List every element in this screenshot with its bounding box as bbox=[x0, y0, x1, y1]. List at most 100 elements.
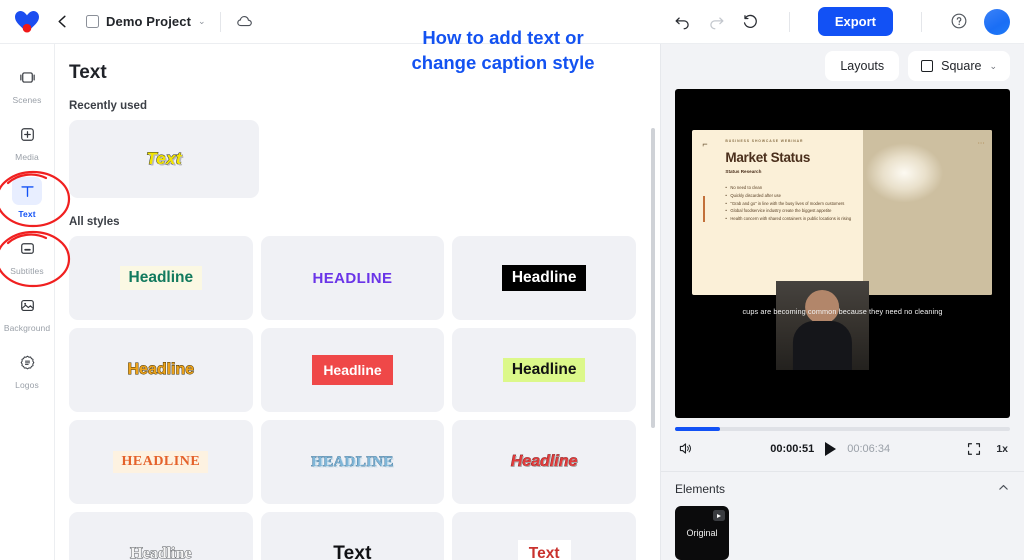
play-badge-icon bbox=[713, 510, 725, 521]
style-preview-label: Text bbox=[517, 540, 571, 560]
player-right-controls: 1x bbox=[966, 441, 1008, 457]
user-avatar[interactable] bbox=[984, 8, 1010, 35]
style-preview-label: HEADLINE bbox=[113, 451, 209, 473]
sidebar-item-background[interactable]: Background bbox=[0, 284, 55, 337]
export-button[interactable]: Export bbox=[817, 7, 893, 36]
element-thumbnail[interactable]: Original bbox=[675, 506, 729, 560]
text-style-card[interactable]: HEADLINE bbox=[260, 236, 445, 320]
style-preview-label: Headline bbox=[510, 453, 578, 471]
text-styles-grid: Headline HEADLINE Headline Headline Head… bbox=[69, 236, 638, 560]
text-style-card[interactable]: Headline bbox=[452, 420, 636, 504]
video-canvas[interactable]: ⌐ BUSINESS SHOWCASE WEBINAR Market Statu… bbox=[675, 88, 1010, 418]
slide-image bbox=[863, 130, 993, 295]
elements-title: Elements bbox=[675, 482, 726, 496]
speaker-video bbox=[775, 281, 870, 371]
style-preview-label: HEADLINE bbox=[312, 269, 393, 287]
sidebar-label-scenes: Scenes bbox=[12, 95, 42, 105]
style-preview-label: Headline bbox=[312, 355, 393, 385]
aspect-ratio-dropdown[interactable]: Square ⌄ bbox=[908, 51, 1010, 82]
recent-style-card[interactable]: Text bbox=[69, 120, 259, 198]
subtitles-icon bbox=[12, 234, 42, 262]
text-style-card[interactable]: Headline bbox=[69, 512, 253, 560]
redo-arrow-icon[interactable] bbox=[707, 12, 727, 32]
sidebar-label-media: Media bbox=[15, 152, 39, 162]
player-controls: 00:00:51 00:06:34 1x bbox=[661, 431, 1024, 457]
recent-style-preview: Text bbox=[146, 149, 182, 169]
sidebar-item-text[interactable]: Text bbox=[0, 170, 55, 223]
slide-left-column: ⌐ BUSINESS SHOWCASE WEBINAR Market Statu… bbox=[692, 130, 863, 295]
fullscreen-icon[interactable] bbox=[966, 441, 982, 457]
text-style-card[interactable]: Headline bbox=[69, 328, 253, 412]
background-image-icon bbox=[12, 291, 42, 319]
text-style-card[interactable]: Text bbox=[260, 512, 445, 560]
slide-title: Market Status bbox=[725, 150, 811, 166]
text-style-card[interactable]: Headline bbox=[260, 328, 445, 412]
style-preview-label: Headline bbox=[130, 545, 192, 560]
style-preview-label: Text bbox=[333, 543, 372, 560]
slide-logo-icon: ⌐ bbox=[702, 139, 708, 150]
preview-column: Layouts Square ⌄ ⌐ BUSINESS SHOWCASE WEB… bbox=[660, 44, 1024, 560]
slide-corner-dots: ••• bbox=[978, 140, 986, 146]
editor-body: Scenes Media Text Subtitles Background L… bbox=[0, 44, 1024, 560]
style-preview-label: HEADLINE bbox=[311, 453, 394, 470]
elements-header[interactable]: Elements bbox=[661, 471, 1024, 497]
sidebar-label-background: Background bbox=[3, 323, 51, 333]
sidebar-item-subtitles[interactable]: Subtitles bbox=[0, 227, 55, 280]
project-square-icon bbox=[86, 15, 99, 28]
left-nav-rail: Scenes Media Text Subtitles Background L… bbox=[0, 44, 55, 560]
text-style-card[interactable]: Headline bbox=[69, 236, 253, 320]
time-display: 00:00:51 00:06:34 bbox=[694, 441, 966, 456]
sidebar-label-subtitles: Subtitles bbox=[10, 266, 44, 276]
slide-subtitle: Status Research bbox=[725, 169, 762, 175]
layouts-button[interactable]: Layouts bbox=[825, 51, 900, 82]
play-icon[interactable] bbox=[825, 441, 837, 456]
slide-accent-bar bbox=[703, 196, 706, 223]
back-button[interactable] bbox=[50, 10, 74, 34]
aspect-ratio-label: Square bbox=[941, 59, 982, 74]
history-revert-icon[interactable] bbox=[741, 12, 761, 32]
text-style-card[interactable]: Headline bbox=[452, 236, 636, 320]
sidebar-label-logos: Logos bbox=[15, 380, 39, 390]
volume-icon[interactable] bbox=[677, 440, 694, 457]
panel-content: Text Recently used Text All styles Headl… bbox=[55, 44, 660, 560]
square-icon bbox=[921, 60, 934, 73]
style-preview-label: Headline bbox=[502, 358, 586, 382]
help-circle-icon[interactable] bbox=[950, 12, 970, 32]
caption-overlay: cups are becoming common because they ne… bbox=[742, 306, 943, 316]
slide-bullet: Global foodservice industry create the b… bbox=[725, 207, 856, 215]
divider bbox=[219, 11, 221, 32]
text-styles-panel: Text Recently used Text All styles Headl… bbox=[55, 44, 660, 560]
panel-scrollbar[interactable] bbox=[651, 128, 655, 428]
divider bbox=[788, 11, 790, 32]
preview-toolbar: Layouts Square ⌄ bbox=[661, 44, 1024, 89]
undo-arrow-icon[interactable] bbox=[673, 12, 693, 32]
slide-bullet: Quickly discarded after use bbox=[725, 192, 856, 200]
sidebar-item-media[interactable]: Media bbox=[0, 113, 55, 166]
project-name: Demo Project bbox=[106, 14, 192, 29]
recently-used-label: Recently used bbox=[69, 100, 147, 112]
cloud-save-icon[interactable] bbox=[235, 12, 255, 32]
playback-speed-button[interactable]: 1x bbox=[996, 443, 1008, 455]
text-style-card[interactable]: HEADLINE bbox=[260, 420, 445, 504]
scenes-icon bbox=[12, 63, 42, 91]
slide-bullet: "Grab and go" in line with the busy live… bbox=[725, 200, 856, 208]
page-title: Text bbox=[69, 62, 107, 83]
slide-bullet-list: No need to clean Quickly discarded after… bbox=[725, 184, 856, 223]
logos-badge-icon bbox=[12, 348, 42, 376]
text-T-icon bbox=[12, 177, 42, 205]
project-selector[interactable]: Demo Project ⌄ bbox=[86, 14, 206, 29]
text-style-card[interactable]: Headline bbox=[452, 328, 636, 412]
heart-logo-icon[interactable] bbox=[14, 10, 40, 34]
elements-list: Original bbox=[661, 497, 1024, 560]
current-time: 00:00:51 bbox=[770, 442, 815, 455]
paper-cups-photo bbox=[863, 130, 993, 295]
slide-bullet: Health concern with shared containers in… bbox=[725, 215, 856, 223]
sidebar-item-logos[interactable]: Logos bbox=[0, 341, 55, 394]
sidebar-item-scenes[interactable]: Scenes bbox=[0, 56, 55, 109]
style-preview-label: Headline bbox=[501, 265, 587, 291]
text-style-card[interactable]: HEADLINE bbox=[69, 420, 253, 504]
text-style-card[interactable]: Text bbox=[452, 512, 636, 560]
chevron-down-icon: ⌄ bbox=[989, 60, 997, 71]
chevron-up-icon[interactable] bbox=[997, 481, 1010, 497]
all-styles-label: All styles bbox=[69, 216, 120, 228]
